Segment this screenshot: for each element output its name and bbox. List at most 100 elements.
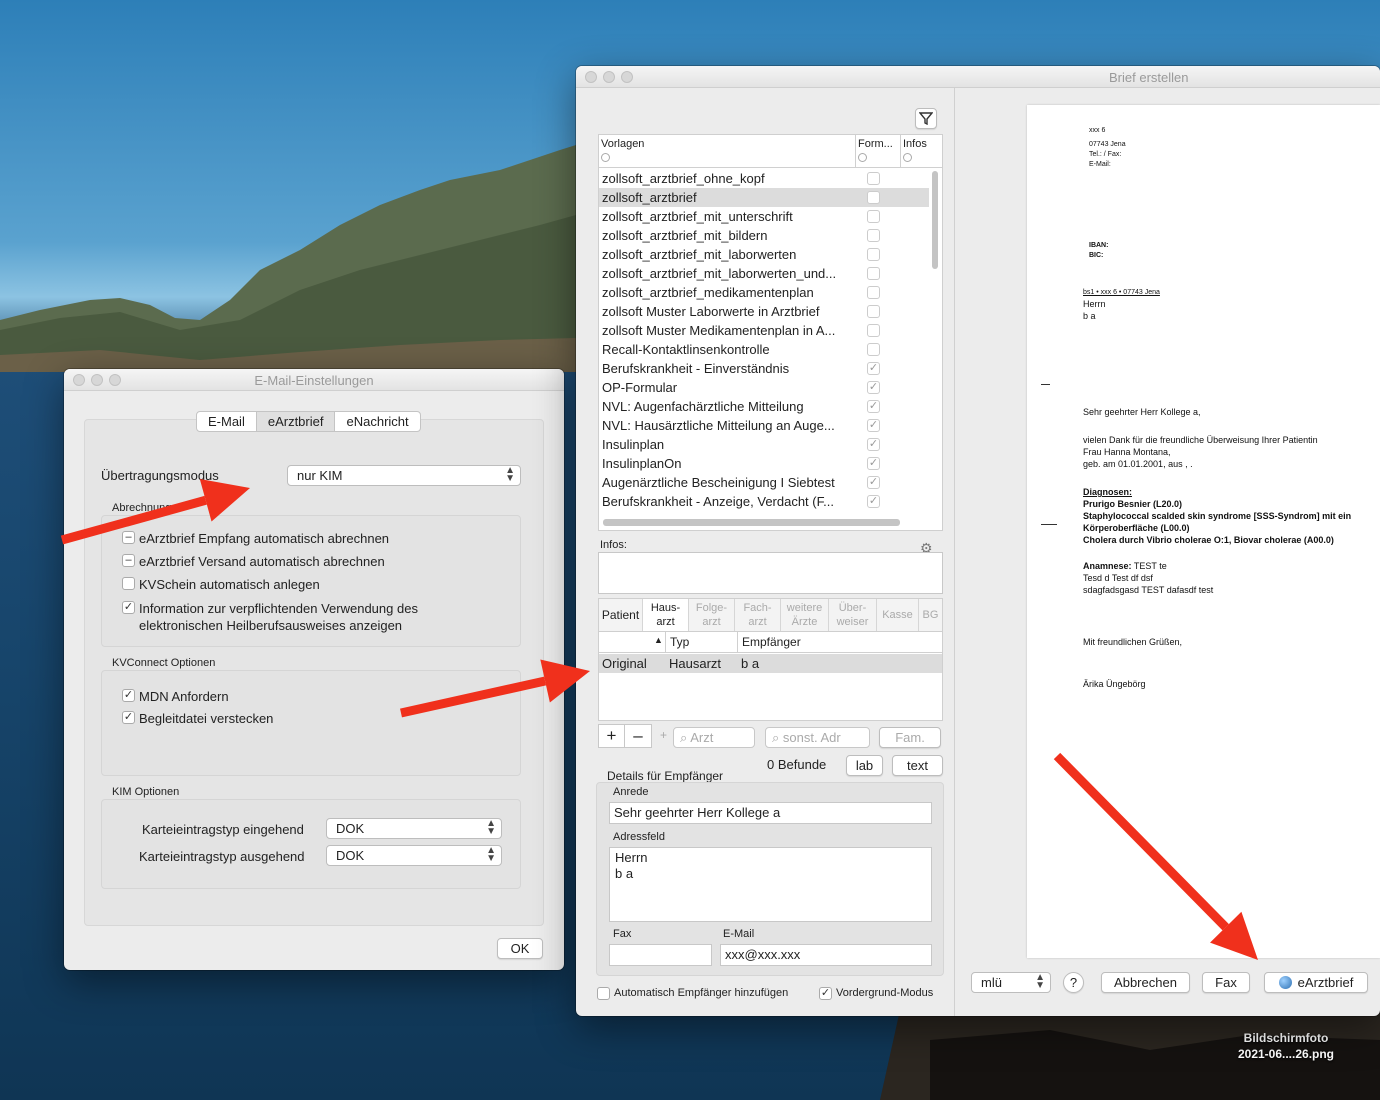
remove-icon[interactable]: – <box>625 725 651 747</box>
template-row[interactable]: zollsoft_arztbrief_mit_laborwerten <box>599 245 929 264</box>
template-form-checkbox[interactable] <box>867 172 880 185</box>
sort-ascending-icon[interactable]: ▲ <box>654 635 663 645</box>
tab-enachricht[interactable]: eNachricht <box>335 412 419 431</box>
template-form-checkbox[interactable]: ✓ <box>867 400 880 413</box>
tab-weitere-aerzte[interactable]: weitere Ärzte <box>781 599 829 631</box>
template-form-checkbox[interactable]: ✓ <box>867 381 880 394</box>
vertical-scrollbar[interactable] <box>932 171 938 269</box>
col-empfaenger[interactable]: Empfänger <box>742 635 801 649</box>
tab-email[interactable]: E-Mail <box>197 412 257 431</box>
letter-preview[interactable]: xxx 6 07743 Jena Tel.: / Fax: E-Mail: IB… <box>1027 105 1380 958</box>
template-form-checkbox[interactable] <box>867 191 880 204</box>
template-form-checkbox[interactable]: ✓ <box>867 457 880 470</box>
desktop-file-name-1[interactable]: Bildschirmfoto <box>1226 1030 1346 1046</box>
tab-earztbrief[interactable]: eArztbrief <box>256 412 336 431</box>
infos-field[interactable] <box>598 552 943 594</box>
template-form-checkbox[interactable] <box>867 324 880 337</box>
template-form-checkbox[interactable]: ✓ <box>867 362 880 375</box>
template-form-checkbox[interactable] <box>867 267 880 280</box>
template-row[interactable]: zollsoft_arztbrief_mit_unterschrift <box>599 207 929 226</box>
col-infos[interactable]: Infos <box>903 138 927 150</box>
template-row[interactable]: zollsoft_arztbrief <box>599 188 929 207</box>
user-select[interactable]: mlü ▲ ▼ <box>971 972 1051 993</box>
adressfeld[interactable]: Herrn b a <box>609 847 932 922</box>
template-row[interactable]: Insulinplan ✓ <box>599 435 929 454</box>
mdn-checkbox[interactable]: ✓ <box>122 689 135 702</box>
template-row[interactable]: Berufskrankheit - Anzeige, Verdacht (F..… <box>599 492 929 511</box>
template-form-checkbox[interactable]: ✓ <box>867 476 880 489</box>
horizontal-scrollbar[interactable] <box>603 519 900 526</box>
earztbrief-button[interactable]: eArztbrief <box>1264 972 1368 993</box>
add-small-icon[interactable]: + <box>660 728 667 742</box>
ok-button[interactable]: OK <box>497 938 543 959</box>
tab-hausarzt[interactable]: Haus-arzt <box>643 599 689 631</box>
radio-icon[interactable] <box>601 153 610 162</box>
mode-select[interactable]: nur KIM ▲ ▼ <box>287 465 521 486</box>
template-row[interactable]: zollsoft_arztbrief_mit_bildern <box>599 226 929 245</box>
kim-out-select[interactable]: DOK ▲ ▼ <box>326 845 502 866</box>
col-form[interactable]: Form... <box>858 138 893 150</box>
vordergrund-checkbox[interactable]: ✓ <box>819 987 832 1000</box>
recipient-table[interactable]: ▲ Typ Empfänger Original Hausarzt b a <box>598 631 943 721</box>
radio-icon[interactable] <box>858 153 867 162</box>
tab-folgearzt[interactable]: Folge-arzt <box>689 599 735 631</box>
template-row[interactable]: zollsoft_arztbrief_mit_laborwerten_und..… <box>599 264 929 283</box>
radio-icon[interactable] <box>903 153 912 162</box>
kim-in-select[interactable]: DOK ▲ ▼ <box>326 818 502 839</box>
anrede-field[interactable]: Sehr geehrter Herr Kollege a <box>609 802 932 824</box>
template-row[interactable]: zollsoft Muster Medikamentenplan in A... <box>599 321 929 340</box>
email-settings-titlebar[interactable]: E-Mail-Einstellungen <box>64 369 564 391</box>
fam-button[interactable]: Fam. <box>879 727 941 748</box>
minimize-window-icon[interactable] <box>603 71 615 83</box>
begleitdatei-checkbox[interactable]: ✓ <box>122 711 135 724</box>
template-list[interactable]: Vorlagen Form... Infos zollsoft_arztbrie… <box>598 134 943 531</box>
template-row[interactable]: OP-Formular ✓ <box>599 378 929 397</box>
template-row[interactable]: zollsoft_arztbrief_medikamentenplan <box>599 283 929 302</box>
col-typ[interactable]: Typ <box>670 635 689 649</box>
fax-field[interactable] <box>609 944 712 966</box>
template-form-checkbox[interactable]: ✓ <box>867 419 880 432</box>
billing-option-4-checkbox[interactable]: ✓ <box>122 601 135 614</box>
fax-button[interactable]: Fax <box>1202 972 1250 993</box>
template-form-checkbox[interactable] <box>867 305 880 318</box>
template-form-checkbox[interactable]: ✓ <box>867 438 880 451</box>
cancel-button[interactable]: Abbrechen <box>1101 972 1190 993</box>
template-row[interactable]: zollsoft_arztbrief_ohne_kopf <box>599 169 929 188</box>
zoom-window-icon[interactable] <box>621 71 633 83</box>
close-window-icon[interactable] <box>585 71 597 83</box>
help-button[interactable]: ? <box>1063 972 1084 993</box>
template-row[interactable]: InsulinplanOn ✓ <box>599 454 929 473</box>
template-row[interactable]: Berufskrankheit - Einverständnis ✓ <box>599 359 929 378</box>
sonst-adr-search[interactable]: ⌕ sonst. Adr <box>765 727 870 748</box>
lab-button[interactable]: lab <box>846 755 883 776</box>
template-row[interactable]: NVL: Hausärztliche Mitteilung an Auge...… <box>599 416 929 435</box>
template-row[interactable]: Recall-Kontaktlinsenkontrolle <box>599 340 929 359</box>
add-icon[interactable]: + <box>599 725 625 747</box>
tab-kasse[interactable]: Kasse <box>877 599 919 631</box>
arzt-search[interactable]: ⌕ Arzt <box>673 727 755 748</box>
billing-option-2-checkbox[interactable]: – <box>122 554 135 567</box>
auto-recipient-checkbox[interactable] <box>597 987 610 1000</box>
tab-patient[interactable]: Patient <box>599 599 643 631</box>
billing-option-3-checkbox[interactable] <box>122 577 135 590</box>
recipient-row[interactable]: Original Hausarzt b a <box>599 654 942 673</box>
tab-ueberweiser[interactable]: Über-weiser <box>829 599 877 631</box>
billing-option-1-checkbox[interactable]: – <box>122 531 135 544</box>
text-button[interactable]: text <box>892 755 943 776</box>
template-row[interactable]: zollsoft Muster Laborwerte in Arztbrief <box>599 302 929 321</box>
col-vorlagen[interactable]: Vorlagen <box>601 138 644 150</box>
tab-bg[interactable]: BG <box>919 599 942 631</box>
template-form-checkbox[interactable] <box>867 210 880 223</box>
template-form-checkbox[interactable] <box>867 248 880 261</box>
template-form-checkbox[interactable] <box>867 343 880 356</box>
template-form-checkbox[interactable] <box>867 286 880 299</box>
template-form-checkbox[interactable] <box>867 229 880 242</box>
desktop-file-name-2[interactable]: 2021-06....26.png <box>1226 1046 1346 1062</box>
brief-titlebar[interactable]: Brief erstellen <box>576 66 1380 88</box>
template-row[interactable]: NVL: Augenfachärztliche Mitteilung ✓ <box>599 397 929 416</box>
filter-button[interactable] <box>915 108 937 129</box>
tab-facharzt[interactable]: Fach-arzt <box>735 599 781 631</box>
email-field[interactable]: xxx@xxx.xxx <box>720 944 932 966</box>
template-row[interactable]: Augenärztliche Bescheinigung I Siebtest ✓ <box>599 473 929 492</box>
template-form-checkbox[interactable]: ✓ <box>867 495 880 508</box>
